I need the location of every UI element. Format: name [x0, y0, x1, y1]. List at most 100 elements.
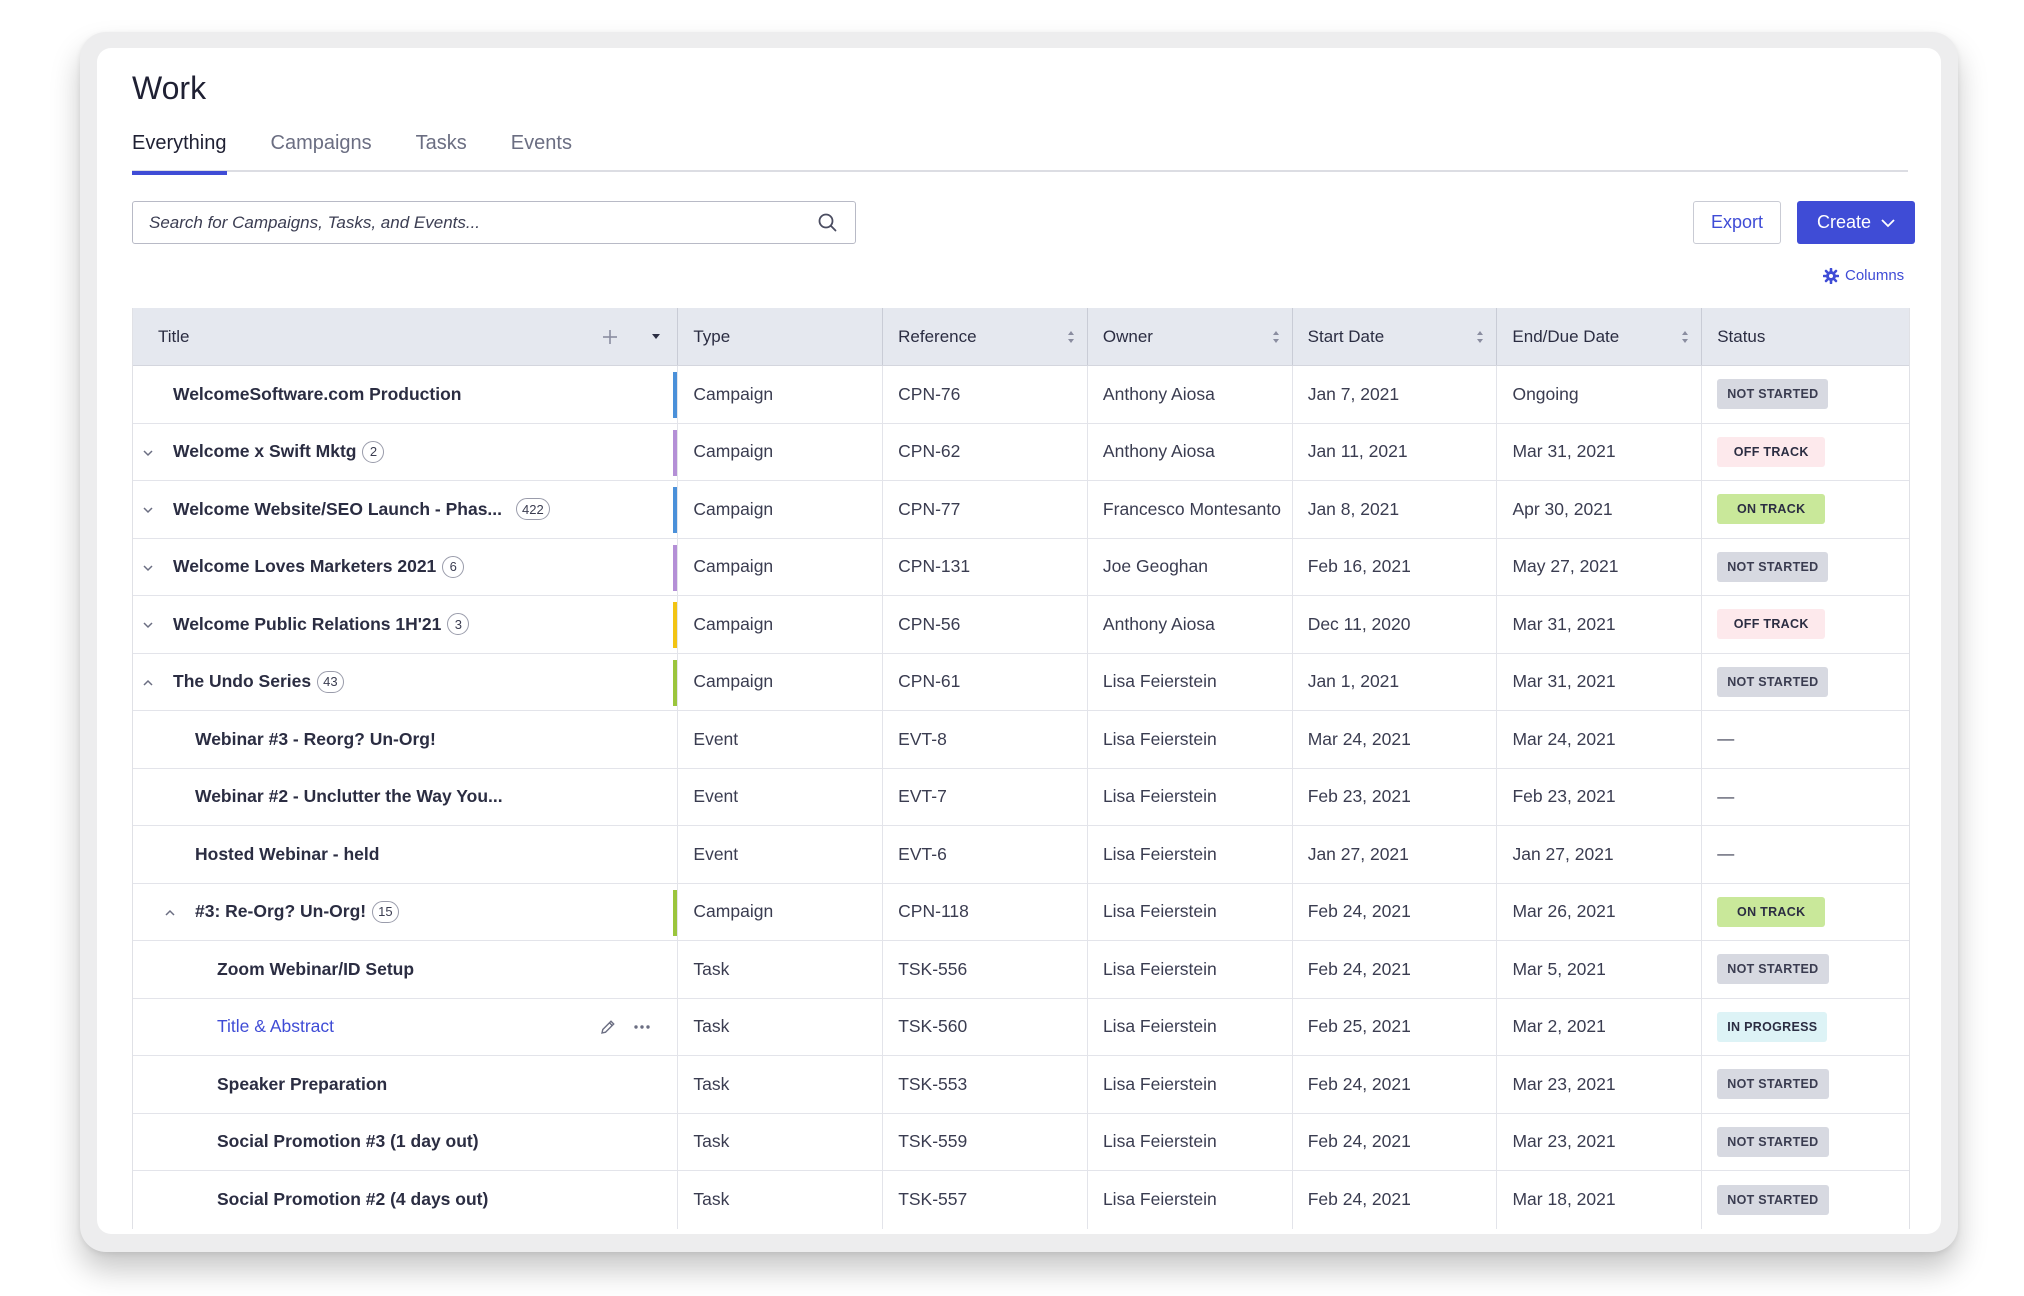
- status-cell: NOT STARTED: [1702, 1171, 1909, 1229]
- reference-cell: TSK-556: [883, 941, 1088, 998]
- child-count-badge: 422: [516, 498, 550, 521]
- export-button[interactable]: Export: [1693, 201, 1781, 244]
- search-input[interactable]: [149, 212, 789, 233]
- type-cell: Campaign: [678, 366, 884, 423]
- row-title[interactable]: WelcomeSoftware.com Production: [173, 384, 461, 405]
- status-cell: OFF TRACK: [1702, 596, 1909, 653]
- row-title[interactable]: The Undo Series: [173, 671, 311, 692]
- row-title-link[interactable]: Title & Abstract: [217, 1016, 334, 1037]
- reference-cell: EVT-7: [883, 768, 1088, 825]
- sort-icon[interactable]: [1272, 330, 1280, 344]
- table-row[interactable]: Zoom Webinar/ID Setup Task TSK-556 Lisa …: [133, 941, 1909, 999]
- table-row[interactable]: Hosted Webinar - held Event EVT-6 Lisa F…: [133, 826, 1909, 884]
- chevron-down-icon[interactable]: [141, 446, 155, 460]
- campaign-color-bar: [673, 659, 678, 706]
- column-reference-label: Reference: [898, 326, 977, 346]
- work-panel: Work Everything Campaigns Tasks Events E…: [97, 48, 1941, 1234]
- tab-tasks[interactable]: Tasks: [416, 130, 467, 172]
- chevron-down-icon[interactable]: [141, 618, 155, 632]
- row-title[interactable]: Social Promotion #2 (4 days out): [217, 1189, 488, 1210]
- column-header-type[interactable]: Type: [678, 308, 884, 365]
- reference-cell: TSK-553: [883, 1056, 1088, 1113]
- row-title[interactable]: Welcome Public Relations 1H'21: [173, 614, 441, 635]
- table-row[interactable]: Welcome Website/SEO Launch - Phas... 422…: [133, 481, 1909, 539]
- tab-campaigns[interactable]: Campaigns: [271, 130, 372, 172]
- table-row[interactable]: Webinar #3 - Reorg? Un-Org! Event EVT-8 …: [133, 711, 1909, 769]
- create-button-label: Create: [1816, 212, 1872, 232]
- more-options-icon[interactable]: [633, 1024, 651, 1030]
- column-header-reference[interactable]: Reference: [883, 308, 1088, 365]
- add-column-icon[interactable]: [601, 328, 619, 346]
- table-row[interactable]: Welcome Loves Marketers 2021 6 Campaign …: [133, 538, 1909, 596]
- title-cell: Social Promotion #3 (1 day out): [133, 1113, 679, 1170]
- status-badge: OFF TRACK: [1717, 609, 1826, 640]
- title-cell: Webinar #3 - Reorg? Un-Org!: [133, 711, 679, 768]
- start-date-cell: Feb 24, 2021: [1293, 1113, 1498, 1170]
- tab-everything[interactable]: Everything: [132, 130, 227, 175]
- start-date-cell: Dec 11, 2020: [1293, 596, 1498, 653]
- table-row[interactable]: #3: Re-Org? Un-Org! 15 Campaign CPN-118 …: [133, 883, 1909, 941]
- status-badge: NOT STARTED: [1717, 379, 1829, 410]
- status-cell: NOT STARTED: [1702, 654, 1909, 711]
- chevron-up-icon[interactable]: [163, 906, 177, 920]
- child-count-badge: 15: [372, 900, 399, 923]
- row-title[interactable]: Webinar #3 - Reorg? Un-Org!: [195, 729, 436, 750]
- table-row[interactable]: Webinar #2 - Unclutter the Way You... Ev…: [133, 768, 1909, 826]
- row-title[interactable]: Welcome Loves Marketers 2021: [173, 556, 436, 577]
- row-title[interactable]: Hosted Webinar - held: [195, 844, 379, 865]
- row-title[interactable]: Social Promotion #3 (1 day out): [217, 1131, 479, 1152]
- chevron-down-icon[interactable]: [141, 561, 155, 575]
- create-button[interactable]: Create: [1797, 201, 1915, 244]
- table-row[interactable]: Social Promotion #2 (4 days out) Task TS…: [133, 1171, 1909, 1229]
- end-date-cell: Feb 23, 2021: [1497, 768, 1703, 825]
- table-row[interactable]: The Undo Series 43 Campaign CPN-61 Lisa …: [133, 653, 1909, 711]
- table-row[interactable]: Speaker Preparation Task TSK-553 Lisa Fe…: [133, 1056, 1909, 1114]
- row-title[interactable]: Welcome Website/SEO Launch - Phas...: [173, 499, 502, 520]
- title-cell: Welcome Loves Marketers 2021 6: [133, 538, 679, 595]
- reference-cell: CPN-61: [883, 653, 1088, 710]
- row-title[interactable]: Webinar #2 - Unclutter the Way You...: [195, 786, 503, 807]
- reference-cell: TSK-557: [883, 1171, 1088, 1229]
- column-header-end-date[interactable]: End/Due Date: [1497, 308, 1703, 365]
- child-count-badge: 43: [317, 670, 344, 693]
- end-date-cell: Mar 31, 2021: [1497, 596, 1703, 653]
- column-header-title[interactable]: Title: [133, 308, 679, 365]
- table-row[interactable]: Welcome x Swift Mktg 2 Campaign CPN-62 A…: [133, 423, 1909, 481]
- row-title[interactable]: Welcome x Swift Mktg: [173, 441, 356, 462]
- status-cell: —: [1702, 826, 1909, 883]
- row-title[interactable]: Speaker Preparation: [217, 1074, 387, 1095]
- chevron-up-icon[interactable]: [141, 676, 155, 690]
- column-header-owner[interactable]: Owner: [1088, 308, 1293, 365]
- sort-icon[interactable]: [1476, 330, 1484, 344]
- title-cell: Welcome Public Relations 1H'21 3: [133, 596, 679, 653]
- row-title[interactable]: Zoom Webinar/ID Setup: [217, 959, 414, 980]
- table-row[interactable]: Title & Abstract Task TSK-560 Lisa Feier…: [133, 998, 1909, 1056]
- column-header-status[interactable]: Status: [1702, 308, 1909, 365]
- table-row[interactable]: WelcomeSoftware.com Production Campaign …: [133, 366, 1909, 424]
- tab-events[interactable]: Events: [511, 130, 572, 172]
- table-row[interactable]: Social Promotion #3 (1 day out) Task TSK…: [133, 1113, 1909, 1171]
- status-badge: ON TRACK: [1717, 896, 1826, 927]
- status-badge: NOT STARTED: [1717, 551, 1829, 582]
- child-count-badge: 3: [447, 613, 470, 636]
- sort-icon[interactable]: [1681, 330, 1689, 344]
- chevron-down-icon[interactable]: [141, 503, 155, 517]
- table-row[interactable]: Welcome Public Relations 1H'21 3 Campaig…: [133, 596, 1909, 654]
- columns-button[interactable]: Columns: [1823, 267, 1904, 284]
- title-cell: Social Promotion #2 (4 days out): [133, 1171, 679, 1229]
- start-date-cell: Mar 24, 2021: [1293, 711, 1498, 768]
- sort-icon[interactable]: [1067, 330, 1075, 344]
- end-date-cell: May 27, 2021: [1497, 538, 1703, 595]
- end-date-cell: Jan 27, 2021: [1497, 826, 1703, 883]
- reference-cell: EVT-6: [883, 826, 1088, 883]
- caret-down-icon[interactable]: [651, 333, 661, 340]
- column-header-start-date[interactable]: Start Date: [1293, 308, 1498, 365]
- type-cell: Task: [678, 1056, 884, 1113]
- pencil-icon[interactable]: [599, 1018, 617, 1036]
- search-icon[interactable]: [817, 212, 839, 234]
- row-title[interactable]: #3: Re-Org? Un-Org!: [195, 901, 366, 922]
- owner-cell: Lisa Feierstein: [1088, 883, 1293, 940]
- type-cell: Campaign: [678, 538, 884, 595]
- owner-cell: Lisa Feierstein: [1088, 1056, 1293, 1113]
- type-cell: Task: [678, 1171, 884, 1229]
